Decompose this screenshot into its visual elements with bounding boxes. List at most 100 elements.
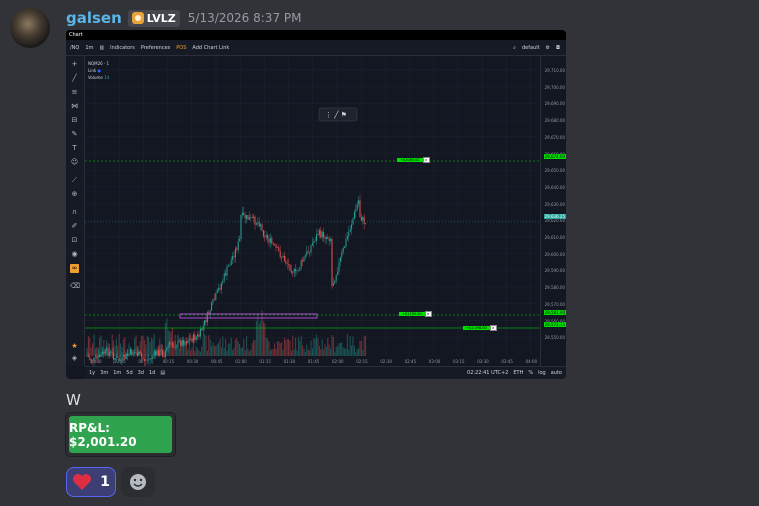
trendline-icon[interactable]: ╱ <box>70 74 79 83</box>
settings-icon[interactable]: ⚙ <box>546 45 550 51</box>
close-icon[interactable]: × <box>424 311 432 317</box>
volume-bar <box>274 343 276 356</box>
calendar-icon[interactable]: ▤ <box>160 370 165 376</box>
price-tick: 29,620.00 <box>544 218 565 224</box>
indicators-button[interactable]: Indicators <box>110 45 135 51</box>
price-tick: 29,640.00 <box>544 184 565 190</box>
camera-icon[interactable]: ◘ <box>556 45 560 51</box>
candle <box>255 223 257 225</box>
embed-container: RP&L: $2,001.20 <box>66 413 175 456</box>
candle <box>227 265 229 267</box>
candle <box>327 237 329 239</box>
candle <box>279 251 281 258</box>
preferences-button[interactable]: Preferences <box>141 45 170 51</box>
candle <box>257 222 259 224</box>
pattern-icon[interactable]: ⋈ <box>70 102 79 111</box>
candle <box>122 354 124 357</box>
ruler-icon[interactable]: ⟋ <box>70 176 79 185</box>
candle <box>244 214 246 219</box>
range-1m[interactable]: 1m <box>113 370 121 376</box>
volume-bar <box>268 341 270 356</box>
candlestick-plot[interactable]: 23:30 23:45 00 00:15 00:30 00:45 01:00 01:15 01:… <box>85 56 540 366</box>
range-3m[interactable]: 3m <box>100 370 108 376</box>
price-axis[interactable]: 29,710.00 29,700.00 29,690.00 29,680.00 29,6… <box>540 56 566 366</box>
drag-handle-icon[interactable]: ⋮ ╱ ⚑ <box>325 110 347 119</box>
candle <box>325 237 327 239</box>
candle <box>181 340 183 346</box>
order-tag-3[interactable]: +$1,098.00 × <box>463 325 497 331</box>
auto-toggle[interactable]: auto <box>551 370 562 376</box>
price-tick: 29,600.00 <box>544 251 565 257</box>
volume-bar <box>152 339 154 356</box>
emoji-icon[interactable]: ☺ <box>70 158 79 167</box>
candle <box>188 338 190 341</box>
lock-icon[interactable]: ⊡ <box>70 236 79 245</box>
chart-legend: NQM26 · 1 Link ● Volume 14 <box>88 61 110 80</box>
add-chart-link-button[interactable]: Add Chart Link <box>192 45 229 51</box>
order-tag-1[interactable]: +$2065.00 × <box>397 157 430 163</box>
reaction-heart[interactable]: 1 <box>66 467 116 497</box>
candle <box>274 244 276 245</box>
volume-bar <box>304 351 306 356</box>
add-reaction-button[interactable] <box>121 467 155 497</box>
candle <box>311 242 313 246</box>
pnl-badge[interactable]: RP&L: $2,001.20 <box>69 416 172 453</box>
interval-select[interactable]: 1m <box>85 45 93 51</box>
avatar[interactable] <box>10 8 50 48</box>
pos-button[interactable]: POS <box>176 45 186 51</box>
lock-drawing-icon[interactable]: ✐ <box>70 222 79 231</box>
legend-volume[interactable]: Volume <box>88 75 103 80</box>
candle <box>159 349 161 356</box>
volume-bar <box>183 345 185 356</box>
volume-bar <box>265 337 267 356</box>
volume-bar <box>324 344 326 356</box>
projection-icon[interactable]: ⊟ <box>70 116 79 125</box>
range-1y[interactable]: 1y <box>89 370 95 376</box>
text-icon[interactable]: T <box>70 144 79 153</box>
candle <box>215 293 217 300</box>
chart-screenshot-attachment[interactable]: Chart /NQ 1m ▥ Indicators Preferences PO… <box>66 30 566 379</box>
order-tag-2[interactable]: +$1159.00 × <box>399 311 432 317</box>
range-3d[interactable]: 3d <box>138 370 144 376</box>
volume-bar <box>194 351 196 356</box>
candle <box>176 346 178 348</box>
message-timestamp: 5/13/2026 8:37 PM <box>187 11 302 25</box>
author-name[interactable]: galsen <box>66 9 122 27</box>
legend-symbol[interactable]: NQM26 · 1 <box>88 61 109 66</box>
layout-select[interactable]: default <box>522 45 540 51</box>
range-5d[interactable]: 5d <box>126 370 132 376</box>
close-icon[interactable]: × <box>489 325 497 331</box>
candle <box>299 267 301 271</box>
time-tick: 00:45 <box>211 359 223 364</box>
candle <box>267 235 269 239</box>
link-icon[interactable]: ∞ <box>70 264 79 273</box>
search-icon[interactable]: ⌕ <box>513 45 516 51</box>
clock-readout[interactable]: 02:22:41 UTC+2 <box>467 370 508 376</box>
zoom-icon[interactable]: ⊕ <box>70 190 79 199</box>
time-tick: 00:15 <box>163 359 175 364</box>
volume-bar <box>362 349 364 356</box>
clan-tag[interactable]: LVLZ <box>127 9 180 27</box>
fib-icon[interactable]: ≡ <box>70 88 79 97</box>
magnet-icon[interactable]: ∩ <box>70 208 79 217</box>
volume-bar <box>313 338 315 356</box>
candle <box>187 340 189 344</box>
brush-icon[interactable]: ✎ <box>70 130 79 139</box>
candle <box>139 351 141 354</box>
close-icon[interactable]: × <box>422 157 430 163</box>
crosshair-icon[interactable]: + <box>70 60 79 69</box>
layers-icon[interactable]: ◈ <box>70 354 79 363</box>
legend-link[interactable]: Link <box>88 68 96 73</box>
log-toggle[interactable]: log <box>538 370 546 376</box>
candle <box>254 216 256 225</box>
eye-icon[interactable]: ◉ <box>70 250 79 259</box>
symbol-search[interactable]: /NQ <box>70 45 79 51</box>
session-toggle[interactable]: ETH <box>513 370 523 376</box>
range-1d[interactable]: 1d <box>149 370 155 376</box>
candle <box>318 230 320 235</box>
trash-icon[interactable]: ⌫ <box>70 282 80 291</box>
candle <box>212 299 214 303</box>
percent-toggle[interactable]: % <box>528 370 533 376</box>
chart-type-icon[interactable]: ▥ <box>99 45 104 51</box>
star-icon[interactable]: ★ <box>70 342 79 351</box>
